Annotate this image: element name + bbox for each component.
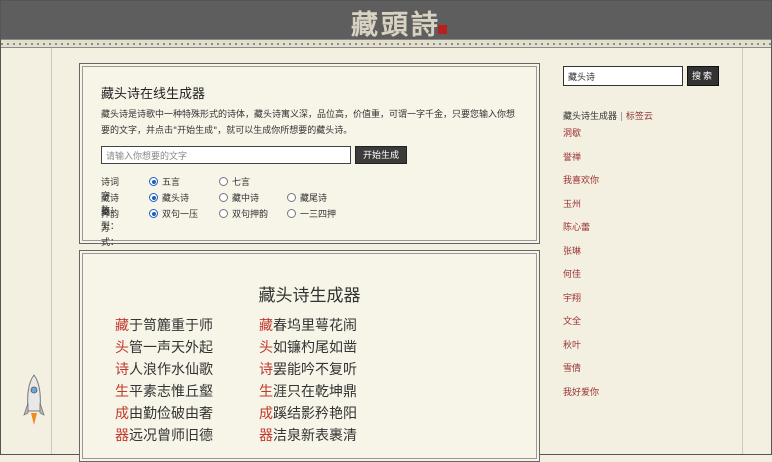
poem-line: 诗人浪作水仙歌 <box>115 362 213 378</box>
tag-link[interactable]: 誉禅 <box>563 150 653 174</box>
radio-option[interactable]: 七言 <box>219 176 250 190</box>
poem-line: 成蹊结影矜艳阳 <box>259 406 357 422</box>
result-title: 藏头诗生成器 <box>258 286 361 306</box>
radio-icon[interactable] <box>287 209 296 218</box>
tag-link[interactable]: 陈心蕾 <box>563 220 653 244</box>
poem-left: 藏于笥簏重于师 头管一声天外起 诗人浪作水仙歌 生平素志惟丘壑 成由勤俭破由奢 … <box>115 315 213 447</box>
tag-link[interactable]: 玉州 <box>563 197 653 221</box>
rocket-icon[interactable] <box>23 373 45 433</box>
tag-heading-separator: | <box>619 112 623 122</box>
poem-line: 成由勤俭破由奢 <box>115 406 213 422</box>
generate-button[interactable]: 开始生成 <box>355 146 407 164</box>
radio-option[interactable]: 藏头诗 <box>149 192 189 206</box>
radio-icon[interactable] <box>219 209 228 218</box>
site-logo[interactable]: 藏頭詩 <box>351 3 441 42</box>
radio-selected-icon[interactable] <box>149 193 158 202</box>
tag-link[interactable]: 洞歇 <box>563 126 653 150</box>
poem-line: 头管一声天外起 <box>115 340 213 356</box>
tag-link[interactable]: 宇翔 <box>563 291 653 315</box>
generator-title: 藏头诗在线生成器 <box>101 87 206 102</box>
tag-heading-current: 藏头诗生成器 <box>563 112 618 122</box>
search-input[interactable]: 藏头诗 <box>563 66 683 86</box>
radio-option[interactable]: 五言 <box>149 176 180 190</box>
generator-panel: 藏头诗在线生成器 藏头诗是诗歌中一种特殊形式的诗体，藏头诗寓义深，品位高，价值重… <box>79 63 540 248</box>
tag-link[interactable]: 雪倩 <box>563 361 653 385</box>
poem-line: 头如镰杓尾如凿 <box>259 340 357 356</box>
tag-list: 洞歇 誉禅 我喜欢你 玉州 陈心蕾 张琳 何佳 宇翔 文全 秋叶 雪倩 我好爱你 <box>563 126 653 408</box>
poem-right: 藏春坞里萼花闹 头如镰杓尾如凿 诗罢能吟不复听 生涯只在乾坤鼎 成蹊结影矜艳阳 … <box>259 315 357 447</box>
radio-selected-icon[interactable] <box>149 209 158 218</box>
poem-line: 藏于笥簏重于师 <box>115 318 213 334</box>
radio-option[interactable]: 双句押韵 <box>219 208 268 222</box>
header-border <box>1 39 771 48</box>
tag-link[interactable]: 何佳 <box>563 267 653 291</box>
tag-link[interactable]: 秋叶 <box>563 338 653 362</box>
tag-link[interactable]: 张琳 <box>563 244 653 268</box>
result-panel: 藏头诗生成器 藏于笥簏重于师 头管一声天外起 诗人浪作水仙歌 生平素志惟丘壑 成… <box>79 250 540 462</box>
tag-heading: 藏头诗生成器 | 标签云 <box>563 109 653 122</box>
tag-link[interactable]: 我喜欢你 <box>563 173 653 197</box>
logo-seal <box>438 25 447 34</box>
poem-line: 藏春坞里萼花闹 <box>259 318 357 334</box>
site-header: 藏頭詩 <box>1 1 771 42</box>
radio-icon[interactable] <box>219 177 228 186</box>
tag-link[interactable]: 文全 <box>563 314 653 338</box>
tag-link[interactable]: 我好爱你 <box>563 385 653 409</box>
poem-line: 器远况曾师旧德 <box>115 428 213 444</box>
radio-option[interactable]: 一三四押 <box>287 208 336 222</box>
text-input[interactable]: 请输入你想要的文字 <box>101 146 351 164</box>
radio-option[interactable]: 藏尾诗 <box>287 192 327 206</box>
poem-line: 器洁泉新表裹清 <box>259 428 357 444</box>
search-button[interactable]: 搜索 <box>687 66 719 86</box>
radio-icon[interactable] <box>219 193 228 202</box>
left-gutter <box>1 48 52 454</box>
radio-option[interactable]: 双句一压 <box>149 208 198 222</box>
radio-option[interactable]: 藏中诗 <box>219 192 259 206</box>
option-label: 押韵方式： <box>101 210 120 248</box>
generator-description: 藏头诗是诗歌中一种特殊形式的诗体，藏头诗寓义深，品位高，价值重，可谓一字千金，只… <box>101 110 516 136</box>
poem-line: 生平素志惟丘壑 <box>115 384 213 400</box>
radio-selected-icon[interactable] <box>149 177 158 186</box>
poem-line: 生涯只在乾坤鼎 <box>259 384 357 400</box>
right-gutter <box>742 48 772 454</box>
radio-icon[interactable] <box>287 193 296 202</box>
poem-line: 诗罢能吟不复听 <box>259 362 357 378</box>
tag-cloud-link[interactable]: 标签云 <box>626 112 653 122</box>
